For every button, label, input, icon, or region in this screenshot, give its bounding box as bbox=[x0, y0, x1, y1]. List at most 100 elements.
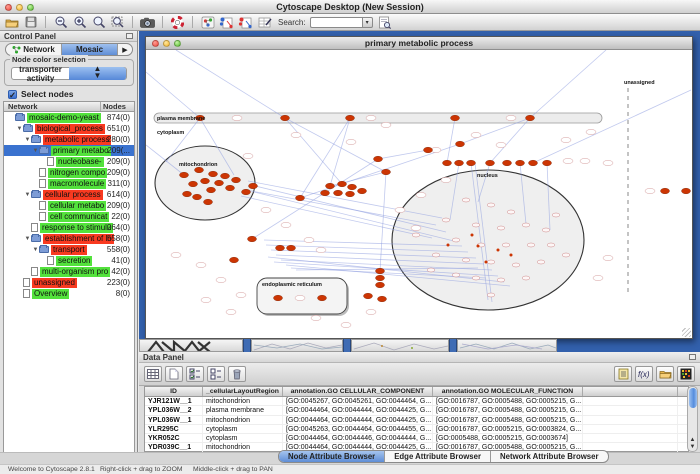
tab-edge-attribute-browser[interactable]: Edge Attribute Browser bbox=[385, 451, 491, 462]
tree-row[interactable]: ▼transport558(0) bbox=[4, 244, 134, 255]
tree-row-node-count: 874(0) bbox=[107, 113, 130, 122]
tree-row[interactable]: response to stimulu264(0) bbox=[4, 222, 134, 233]
node-mapping-icon[interactable] bbox=[219, 16, 234, 29]
tab-node-attribute-browser[interactable]: Node Attribute Browser bbox=[279, 451, 385, 462]
table-column-header[interactable] bbox=[583, 387, 678, 396]
attribute-matrix-icon[interactable] bbox=[677, 366, 695, 382]
tree-row[interactable]: nucleobase-209(0) bbox=[4, 156, 134, 167]
tree-row[interactable]: ▼establishment of lo558(0) bbox=[4, 233, 134, 244]
network-window-titlebar[interactable]: primary metabolic process bbox=[146, 37, 692, 50]
scroll-down-button[interactable]: ▼ bbox=[688, 444, 697, 450]
background-window[interactable] bbox=[457, 339, 557, 352]
table-row[interactable]: YJR121W__1mitochondrion[GO:0045267, GO:0… bbox=[145, 397, 688, 406]
tree-row[interactable]: Overview8(0) bbox=[4, 288, 134, 299]
close-window-button[interactable] bbox=[5, 4, 12, 11]
tree-row[interactable]: multi-organism pro42(0) bbox=[4, 266, 134, 277]
window-edge bbox=[343, 339, 351, 352]
delete-attribute-icon[interactable] bbox=[228, 366, 246, 382]
edge-mapping-icon[interactable] bbox=[238, 16, 253, 29]
help-lifesaver-icon[interactable] bbox=[170, 16, 185, 29]
save-session-icon[interactable] bbox=[23, 16, 38, 29]
float-panel-icon[interactable] bbox=[126, 33, 133, 39]
status-bar: Welcome to Cytoscape 2.8.1Right-click + … bbox=[0, 464, 700, 474]
table-cell: mitochondrion bbox=[203, 416, 283, 424]
disclosure-triangle-icon[interactable]: ▼ bbox=[24, 137, 31, 143]
background-window[interactable] bbox=[351, 339, 449, 352]
disclosure-triangle-icon[interactable]: ▼ bbox=[24, 236, 31, 242]
table-row[interactable]: YPL036W__2plasma membrane[GO:0044464, GO… bbox=[145, 406, 688, 415]
table-scrollbar[interactable]: ▲ ▼ bbox=[687, 386, 698, 452]
network-file-icon bbox=[23, 289, 30, 298]
view-report-icon[interactable] bbox=[377, 16, 392, 29]
tree-row[interactable]: mosaic-demo-yeast874(0) bbox=[4, 112, 134, 123]
unselect-attributes-icon[interactable] bbox=[207, 366, 225, 382]
tree-row[interactable]: nitrogen compo209(0) bbox=[4, 167, 134, 178]
select-nodes-option[interactable]: ✓ Select nodes bbox=[8, 89, 73, 99]
table-cell: YDR039C__1 bbox=[145, 443, 203, 451]
disclosure-triangle-icon[interactable]: ▼ bbox=[24, 192, 31, 198]
tab-overflow-button[interactable]: ▶ bbox=[118, 44, 132, 55]
tree-row[interactable]: unassigned223(0) bbox=[4, 277, 134, 288]
close-view-button[interactable] bbox=[152, 40, 159, 47]
open-folder-icon[interactable] bbox=[4, 16, 19, 29]
tree-row[interactable]: ▼metabolic process280(0) bbox=[4, 134, 134, 145]
graph-node bbox=[346, 115, 355, 121]
select-attributes-icon[interactable] bbox=[186, 366, 204, 382]
disclosure-triangle-icon[interactable]: ▼ bbox=[32, 148, 39, 154]
background-window[interactable] bbox=[251, 339, 343, 352]
search-dropdown-button[interactable]: ▾ bbox=[362, 17, 373, 28]
table-row[interactable]: YPL036W__1mitochondrion[GO:0044464, GO:0… bbox=[145, 416, 688, 425]
minimize-window-button[interactable] bbox=[16, 4, 23, 11]
app-title: Cytoscape Desktop (New Session) bbox=[0, 0, 700, 14]
scroll-up-button[interactable]: ▲ bbox=[688, 437, 697, 443]
float-panel-icon[interactable] bbox=[689, 354, 696, 360]
tree-row[interactable]: ▼cellular process614(0) bbox=[4, 189, 134, 200]
zoom-window-button[interactable] bbox=[27, 4, 34, 11]
tree-row[interactable]: cellular metabo209(0) bbox=[4, 200, 134, 211]
import-attributes-icon[interactable] bbox=[656, 366, 674, 382]
zoom-in-icon[interactable] bbox=[72, 16, 87, 29]
table-cell: [GO:0044464, GO:0044446, GO:0044444, G..… bbox=[283, 434, 433, 442]
table-column-header[interactable]: annotation.GO MOLECULAR_FUNCTION bbox=[433, 387, 583, 396]
annotation-grid-icon[interactable] bbox=[257, 16, 272, 29]
tree-row[interactable]: cell communicat22(0) bbox=[4, 211, 134, 222]
attribute-batch-icon[interactable] bbox=[614, 366, 632, 382]
tab-network-attribute-browser[interactable]: Network Attribute Browser bbox=[491, 451, 608, 462]
graph-node bbox=[486, 160, 495, 166]
table-column-header[interactable]: _cellularLayoutRegion bbox=[203, 387, 283, 396]
scrollbar-thumb[interactable] bbox=[689, 388, 697, 408]
select-nodes-checkbox[interactable]: ✓ bbox=[8, 90, 17, 99]
zoom-out-icon[interactable] bbox=[53, 16, 68, 29]
tree-row[interactable]: macromolecule311(0) bbox=[4, 178, 134, 189]
node-color-dropdown[interactable]: transporter activity ▲▼ bbox=[11, 67, 127, 80]
tab-network[interactable]: Network bbox=[6, 44, 62, 55]
snapshot-camera-icon[interactable] bbox=[140, 16, 155, 29]
table-column-header[interactable]: annotation.GO CELLULAR_COMPONENT bbox=[283, 387, 433, 396]
disclosure-triangle-icon[interactable]: ▼ bbox=[32, 247, 39, 253]
zoom-fit-icon[interactable] bbox=[110, 16, 125, 29]
tree-row-node-count: 280(0) bbox=[107, 135, 130, 144]
resize-grip-icon[interactable] bbox=[682, 328, 691, 337]
new-attribute-icon[interactable] bbox=[165, 366, 183, 382]
manage-networks-icon[interactable] bbox=[200, 16, 215, 29]
tree-row-label: primary metabo bbox=[51, 146, 111, 156]
disclosure-triangle-icon[interactable]: ▼ bbox=[16, 126, 23, 132]
function-builder-icon[interactable]: f(x) bbox=[635, 366, 653, 382]
table-cell: [GO:0045263, GO:0044464, GO:0044455, G..… bbox=[283, 425, 433, 433]
table-row[interactable]: YLR295Ccytoplasm[GO:0045263, GO:0044464,… bbox=[145, 425, 688, 434]
graph-node bbox=[221, 173, 230, 179]
tree-row[interactable]: secretion41(0) bbox=[4, 255, 134, 266]
background-window[interactable] bbox=[139, 339, 243, 352]
tab-mosaic[interactable]: Mosaic bbox=[62, 44, 118, 55]
attribute-grid-icon[interactable] bbox=[144, 366, 162, 382]
tree-row[interactable]: ▼biological_process651(0) bbox=[4, 123, 134, 134]
minimize-view-button[interactable] bbox=[163, 40, 170, 47]
table-column-header[interactable]: ID bbox=[145, 387, 203, 396]
zoom-view-button[interactable] bbox=[174, 40, 181, 47]
network-canvas[interactable]: plasma membranecytoplasmmitochondrionnuc… bbox=[146, 50, 692, 338]
zoom-selected-icon[interactable] bbox=[91, 16, 106, 29]
search-input[interactable] bbox=[310, 17, 362, 28]
graph-node bbox=[376, 268, 385, 274]
tree-row[interactable]: ▼primary metabo209(... bbox=[4, 145, 134, 156]
table-row[interactable]: YKR052Ccytoplasm[GO:0044464, GO:0044446,… bbox=[145, 434, 688, 443]
